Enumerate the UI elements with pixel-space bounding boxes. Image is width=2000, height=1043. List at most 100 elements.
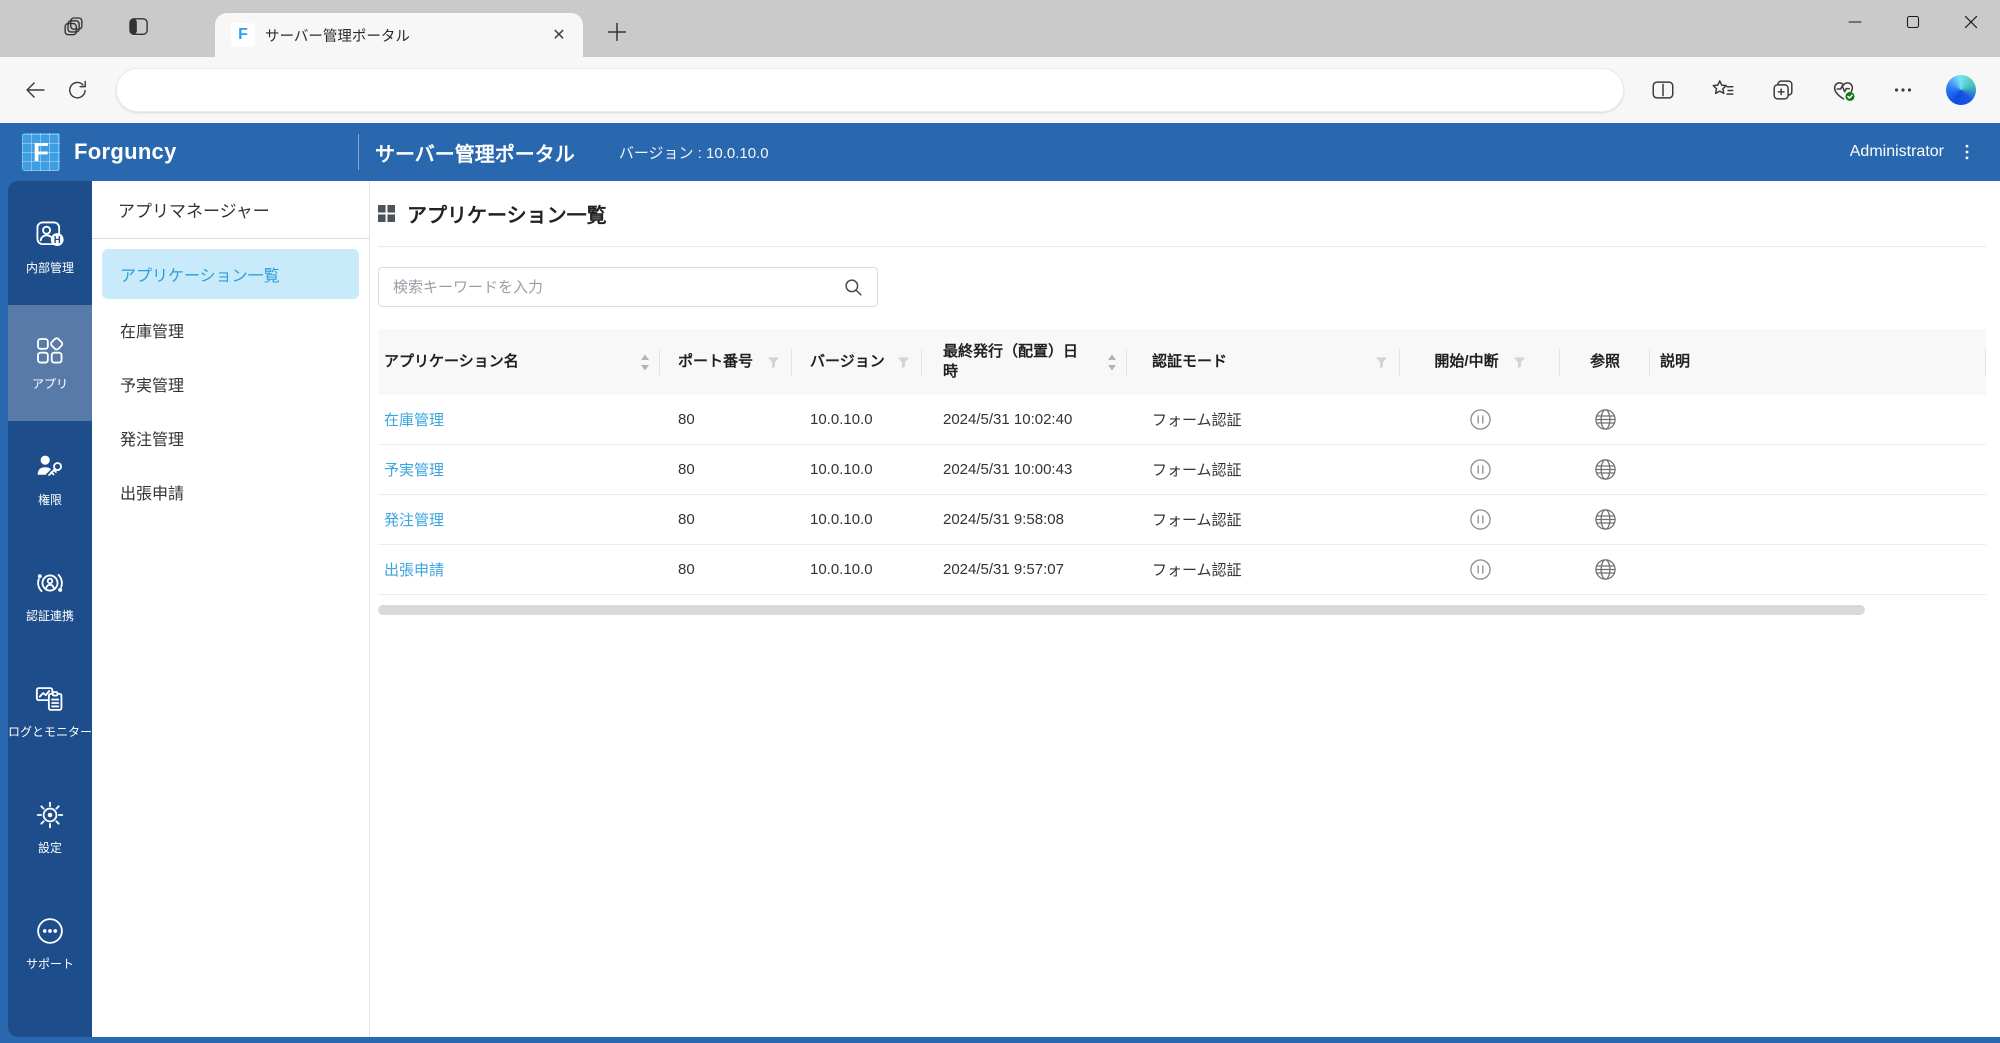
grid-title-icon [378,205,395,222]
workspaces-icon[interactable] [122,10,156,44]
ellipsis-icon[interactable] [1886,73,1920,107]
sidebar-item-auth-federation[interactable]: 認証連携 [8,537,92,653]
submenu-items: アプリケーション一覧 在庫管理 予実管理 発注管理 出張申請 [92,239,369,519]
submenu-title: アプリマネージャー [92,181,369,239]
support-icon [34,915,66,947]
tab-favicon: F [231,23,255,47]
horizontal-scrollbar-thumb[interactable] [378,605,1866,615]
submenu-panel: アプリマネージャー アプリケーション一覧 在庫管理 予実管理 発注管理 出張申請 [92,181,370,1037]
sidebar-item-settings[interactable]: 設定 [8,769,92,885]
submenu-item-budget-actual[interactable]: 予実管理 [92,357,369,411]
table-row: 在庫管理 80 10.0.10.0 2024/5/31 10:02:40 フォー… [378,395,1986,445]
table-row: 発注管理 80 10.0.10.0 2024/5/31 9:58:08 フォーム… [378,495,1986,545]
description-cell [1650,395,1986,444]
new-tab-button[interactable] [600,15,634,49]
table-header-cell[interactable]: 最終発行（配置）日時 [922,329,1127,395]
browser-tab[interactable]: F サーバー管理ポータル ✕ [215,13,583,57]
app-name-link[interactable]: 出張申請 [384,559,444,580]
filter-icon[interactable] [767,356,780,369]
search-input[interactable] [379,268,877,306]
table-row: 予実管理 80 10.0.10.0 2024/5/31 10:00:43 フォー… [378,445,1986,495]
pause-icon[interactable] [1469,458,1492,481]
sidebar-item-support[interactable]: サポート [8,885,92,1001]
version-cell: 10.0.10.0 [810,411,873,428]
app-page: F Forguncy サーバー管理ポータル バージョン : 10.0.10.0 … [0,123,2000,1043]
submenu-item-business-trip[interactable]: 出張申請 [92,465,369,519]
auth-mode-cell: フォーム認証 [1152,462,1242,479]
description-cell [1650,495,1986,544]
filter-icon[interactable] [1513,356,1526,369]
search-row [378,267,1986,307]
table-header-cell[interactable]: ポート番号 [660,329,792,395]
apps-icon [34,335,66,367]
search-box[interactable] [378,267,878,307]
sort-icon[interactable] [640,354,650,371]
table-header-cell[interactable]: 参照 [1560,329,1650,395]
globe-icon[interactable] [1594,458,1617,481]
pause-icon[interactable] [1469,508,1492,531]
screen: F サーバー管理ポータル ✕ F Forguncy サーバー管理ポータル バージ… [0,0,2000,1043]
window-close-button[interactable] [1942,0,2000,44]
auth-mode-cell: フォーム認証 [1152,512,1242,529]
tab-actions-icon[interactable] [58,10,92,44]
published-cell: 2024/5/31 9:57:07 [943,561,1064,578]
copilot-icon[interactable] [1946,75,1976,105]
filter-icon[interactable] [897,356,910,369]
tab-close-icon[interactable]: ✕ [547,23,571,47]
search-icon[interactable] [842,276,865,304]
address-input[interactable] [137,82,1603,98]
portal-title: サーバー管理ポータル [375,143,575,166]
app-name-link[interactable]: 在庫管理 [384,409,444,430]
table-header-cell[interactable]: 説明 [1650,329,1986,395]
user-menu-kebab-icon[interactable] [1952,137,1982,167]
port-cell: 80 [678,411,695,428]
description-cell [1650,545,1986,594]
globe-icon[interactable] [1594,508,1617,531]
app-name-link[interactable]: 予実管理 [384,459,444,480]
globe-icon[interactable] [1594,408,1617,431]
table-header-cell[interactable]: アプリケーション名 [378,329,660,395]
sidebar-item-apps[interactable]: アプリ [8,305,92,421]
filter-icon[interactable] [1375,356,1388,369]
pause-icon[interactable] [1469,408,1492,431]
table-header-cell[interactable]: バージョン [792,329,922,395]
table-header-row: アプリケーション名 ポート番号 バージョン 最終発行（配置）日時 認証モード 開… [378,329,1986,395]
split-screen-icon[interactable] [1646,73,1680,107]
brand-name: Forguncy [74,139,177,164]
sidebar-item-permissions[interactable]: 権限 [8,421,92,537]
favorites-icon[interactable] [1706,73,1740,107]
collections-icon[interactable] [1766,73,1800,107]
main-title-row: アプリケーション一覧 [378,181,1986,247]
published-cell: 2024/5/31 9:58:08 [943,511,1064,528]
sort-icon[interactable] [1107,354,1117,371]
svg-text:H: H [54,235,61,246]
nav-rail: H 内部管理 アプリ 権限 認証連携 ログとモニター 設定 サポート [8,181,92,1037]
browser-essentials-icon[interactable] [1826,73,1860,107]
application-table: アプリケーション名 ポート番号 バージョン 最終発行（配置）日時 認証モード 開… [378,329,1986,595]
submenu-item-application-list[interactable]: アプリケーション一覧 [102,249,359,299]
submenu-item-ordering[interactable]: 発注管理 [92,411,369,465]
refresh-icon[interactable] [60,73,94,107]
app-table-body: 在庫管理 80 10.0.10.0 2024/5/31 10:02:40 フォー… [378,395,1986,595]
port-cell: 80 [678,461,695,478]
user-name[interactable]: Administrator [1850,143,1944,161]
table-header-cell[interactable]: 開始/中断 [1400,329,1560,395]
submenu-item-inventory[interactable]: 在庫管理 [92,303,369,357]
window-minimize-button[interactable] [1826,0,1884,44]
published-cell: 2024/5/31 10:00:43 [943,461,1073,478]
window-controls [1826,0,2000,44]
sidebar-item-logs-monitor[interactable]: ログとモニター [8,653,92,769]
sidebar-item-internal-admin[interactable]: H 内部管理 [8,189,92,305]
globe-icon[interactable] [1594,558,1617,581]
published-cell: 2024/5/31 10:02:40 [943,411,1073,428]
horizontal-scrollbar-track [378,605,1986,615]
table-header-cell[interactable]: 認証モード [1127,329,1400,395]
app-header: F Forguncy サーバー管理ポータル バージョン : 10.0.10.0 … [8,123,2000,181]
pause-icon[interactable] [1469,558,1492,581]
portal-version: バージョン : 10.0.10.0 [618,144,769,162]
window-maximize-button[interactable] [1884,0,1942,44]
back-icon[interactable] [18,73,52,107]
address-bar[interactable] [116,68,1624,112]
version-cell: 10.0.10.0 [810,511,873,528]
app-name-link[interactable]: 発注管理 [384,509,444,530]
